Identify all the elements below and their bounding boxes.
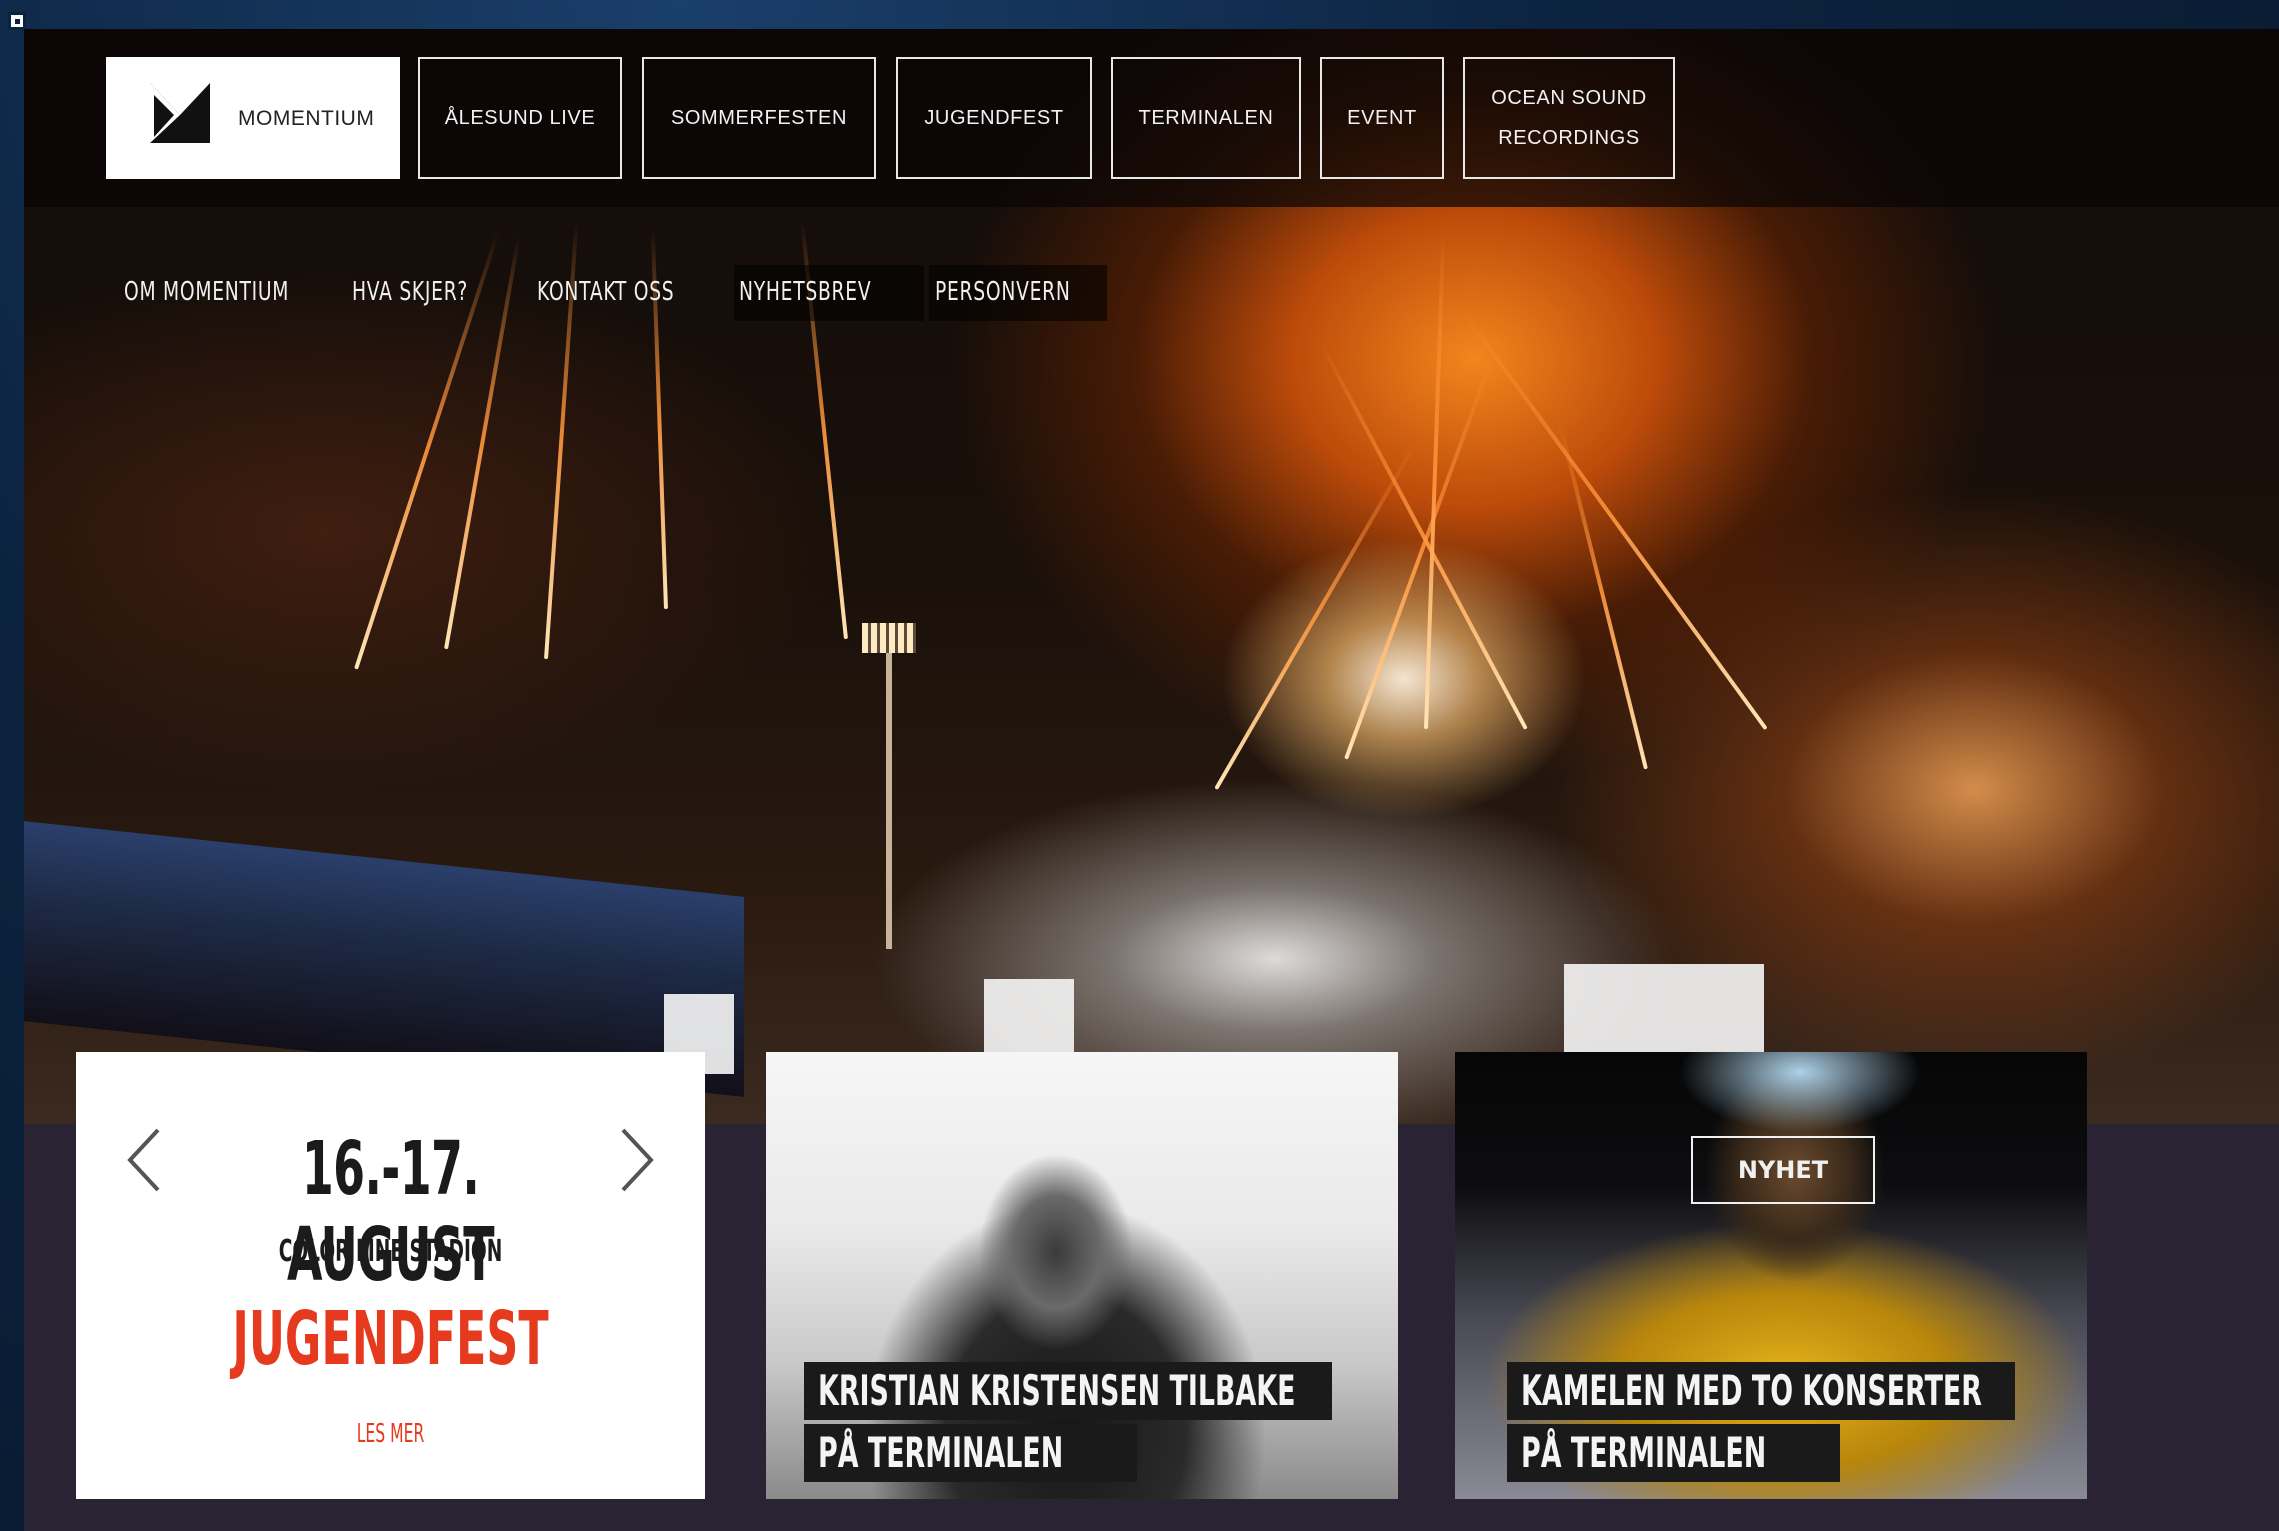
nav-alesund-live[interactable]: ÅLESUND LIVE [418,57,622,179]
momentium-logo-icon [150,83,210,143]
subnav-kontakt-oss[interactable]: KONTAKT OSS [537,277,674,307]
top-navigation: MOMENTIUM ÅLESUND LIVE SOMMERFESTEN JUGE… [24,29,2279,207]
floodlight-tower [862,623,916,949]
news-card[interactable]: NYHET KAMELEN MED TO KONSERTER PÅ TERMIN… [1455,1052,2087,1499]
news-headline-line: PÅ TERMINALEN [804,1424,1137,1482]
news-tag: NYHET [1691,1136,1875,1204]
subnav-hva-skjer[interactable]: HVA SKJER? [352,277,468,307]
news-card[interactable]: KRISTIAN KRISTENSEN TILBAKE PÅ TERMINALE… [766,1052,1398,1499]
firework-streak [1214,441,1418,790]
chevron-left-icon[interactable] [114,1120,174,1200]
news-headline-line: KAMELEN MED TO KONSERTER [1507,1362,2015,1420]
subnav-personvern[interactable]: PERSONVERN [935,277,1071,307]
logo-label: MOMENTIUM [238,107,375,130]
firework-streak [1458,307,1768,731]
read-more-link[interactable]: LES MER [202,1419,579,1449]
firework-streak [1317,339,1528,730]
momentium-logo[interactable]: MOMENTIUM [106,57,400,179]
nav-terminalen[interactable]: TERMINALEN [1111,57,1301,179]
nav-jugendfest[interactable]: JUGENDFEST [896,57,1092,179]
nav-ocean-sound-recordings[interactable]: OCEAN SOUND RECORDINGS [1463,57,1675,179]
nav-sommerfesten[interactable]: SOMMERFESTEN [642,57,876,179]
firework-streak [1556,419,1648,770]
window-icon [8,12,26,30]
news-headline-line: PÅ TERMINALEN [1507,1424,1840,1482]
page-viewport: MOMENTIUM ÅLESUND LIVE SOMMERFESTEN JUGE… [24,29,2279,1531]
news-headline-line: KRISTIAN KRISTENSEN TILBAKE [804,1362,1332,1420]
event-card[interactable]: 16.-17. AUGUST COLOR LINE STADION JUGEND… [76,1052,705,1499]
nav-event[interactable]: EVENT [1320,57,1444,179]
subnav-nyhetsbrev[interactable]: NYHETSBREV [739,277,871,307]
event-name[interactable]: JUGENDFEST [202,1296,579,1382]
firework-streak [1344,354,1495,760]
event-date: 16.-17. AUGUST [287,1126,495,1298]
event-venue: COLOR LINE STADION [278,1234,503,1269]
firework-streak [1424,229,1446,730]
subnav-om-momentium[interactable]: OM MOMENTIUM [124,277,289,307]
chevron-right-icon[interactable] [607,1120,667,1200]
